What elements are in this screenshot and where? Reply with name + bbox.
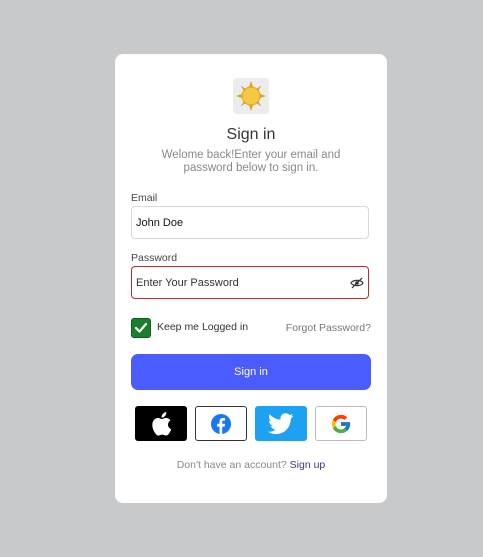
apple-icon	[152, 411, 172, 436]
eye-slash-icon[interactable]	[350, 276, 364, 289]
forgot-password-link[interactable]: Forgot Password?	[286, 322, 371, 334]
keep-logged-in-checkbox[interactable]	[131, 318, 151, 338]
signin-button[interactable]: Sign in	[131, 354, 371, 390]
password-field[interactable]	[131, 266, 369, 299]
google-icon	[331, 414, 351, 433]
signup-link[interactable]: Sign up	[290, 459, 326, 471]
google-login-button[interactable]	[315, 406, 367, 441]
email-field[interactable]	[131, 206, 369, 239]
facebook-icon	[211, 413, 231, 434]
twitter-login-button[interactable]	[255, 406, 307, 441]
password-label: Password	[131, 252, 178, 264]
page-subtitle: Welome back!Enter your email and passwor…	[161, 149, 341, 174]
signin-card: Sign in Welome back!Enter your email and…	[115, 54, 387, 503]
keep-logged-in-label: Keep me Logged in	[157, 321, 249, 333]
page-title: Sign in	[226, 126, 276, 143]
email-label: Email	[131, 192, 158, 204]
facebook-login-button[interactable]	[195, 406, 247, 441]
sun-logo-icon	[233, 78, 269, 114]
signup-prompt: Don't have an account? Sign up	[115, 459, 387, 471]
apple-login-button[interactable]	[135, 406, 187, 441]
checkmark-icon	[134, 322, 148, 333]
signup-prompt-text: Don't have an account?	[176, 459, 287, 471]
twitter-icon	[268, 412, 294, 434]
